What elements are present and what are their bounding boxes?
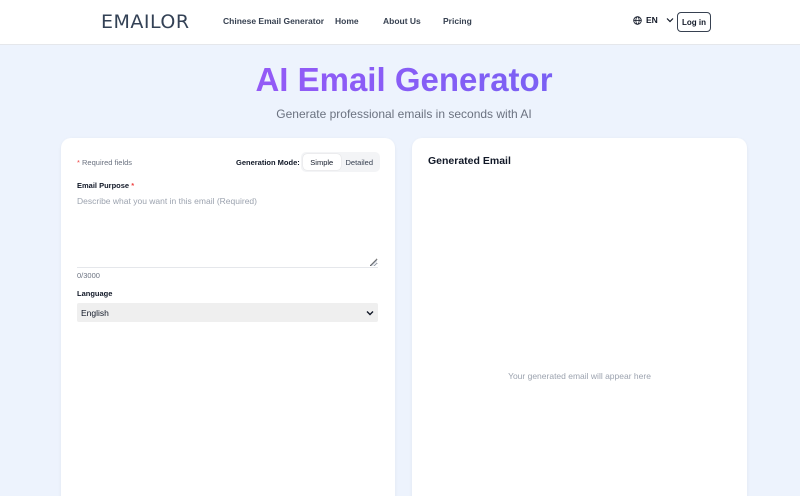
email-purpose-label: Email Purpose * [77,181,134,190]
required-fields-note: * Required fields [77,158,132,167]
nav-chinese-email-generator[interactable]: Chinese Email Generator [223,16,324,26]
generated-email-card: Generated Email Your generated email wil… [412,138,747,496]
nav-about-us[interactable]: About Us [383,16,421,26]
login-button[interactable]: Log in [677,12,711,32]
language-select[interactable]: English [77,303,378,322]
resize-handle[interactable] [371,260,377,266]
globe-icon [633,15,642,25]
language-switcher[interactable]: EN [633,15,674,25]
language-select-value: English [81,307,109,318]
mode-simple-button[interactable]: Simple [303,154,341,170]
email-purpose-input[interactable] [77,194,378,268]
nav-home[interactable]: Home [335,16,359,26]
character-counter: 0/3000 [77,271,100,280]
generated-email-placeholder: Your generated email will appear here [508,371,651,381]
nav-pricing[interactable]: Pricing [443,16,472,26]
page-subtitle: Generate professional emails in seconds … [276,107,532,121]
email-purpose-label-text: Email Purpose [77,181,130,190]
required-star: * [131,181,135,190]
logo-text: EMAILOR [101,11,190,33]
email-form-card: * Required fields Generation Mode: Simpl… [61,138,395,496]
generated-email-title: Generated Email [428,155,511,167]
language-code: EN [646,15,658,25]
generation-mode-label: Generation Mode: [236,158,300,167]
chevron-down-icon [366,308,374,318]
language-label-text: Language [77,289,113,298]
generation-mode-toggle: Simple Detailed [301,152,380,172]
page-title: AI Email Generator [0,60,800,100]
chevron-down-icon [666,17,674,23]
mode-detailed-button[interactable]: Detailed [341,154,379,170]
required-fields-text: Required fields [82,158,133,167]
emailor-logo[interactable]: EMAILOR [101,11,190,33]
language-label: Language [77,289,112,298]
top-navbar: EMAILOR Chinese Email Generator Home Abo… [0,0,800,45]
required-star: * [77,158,80,167]
